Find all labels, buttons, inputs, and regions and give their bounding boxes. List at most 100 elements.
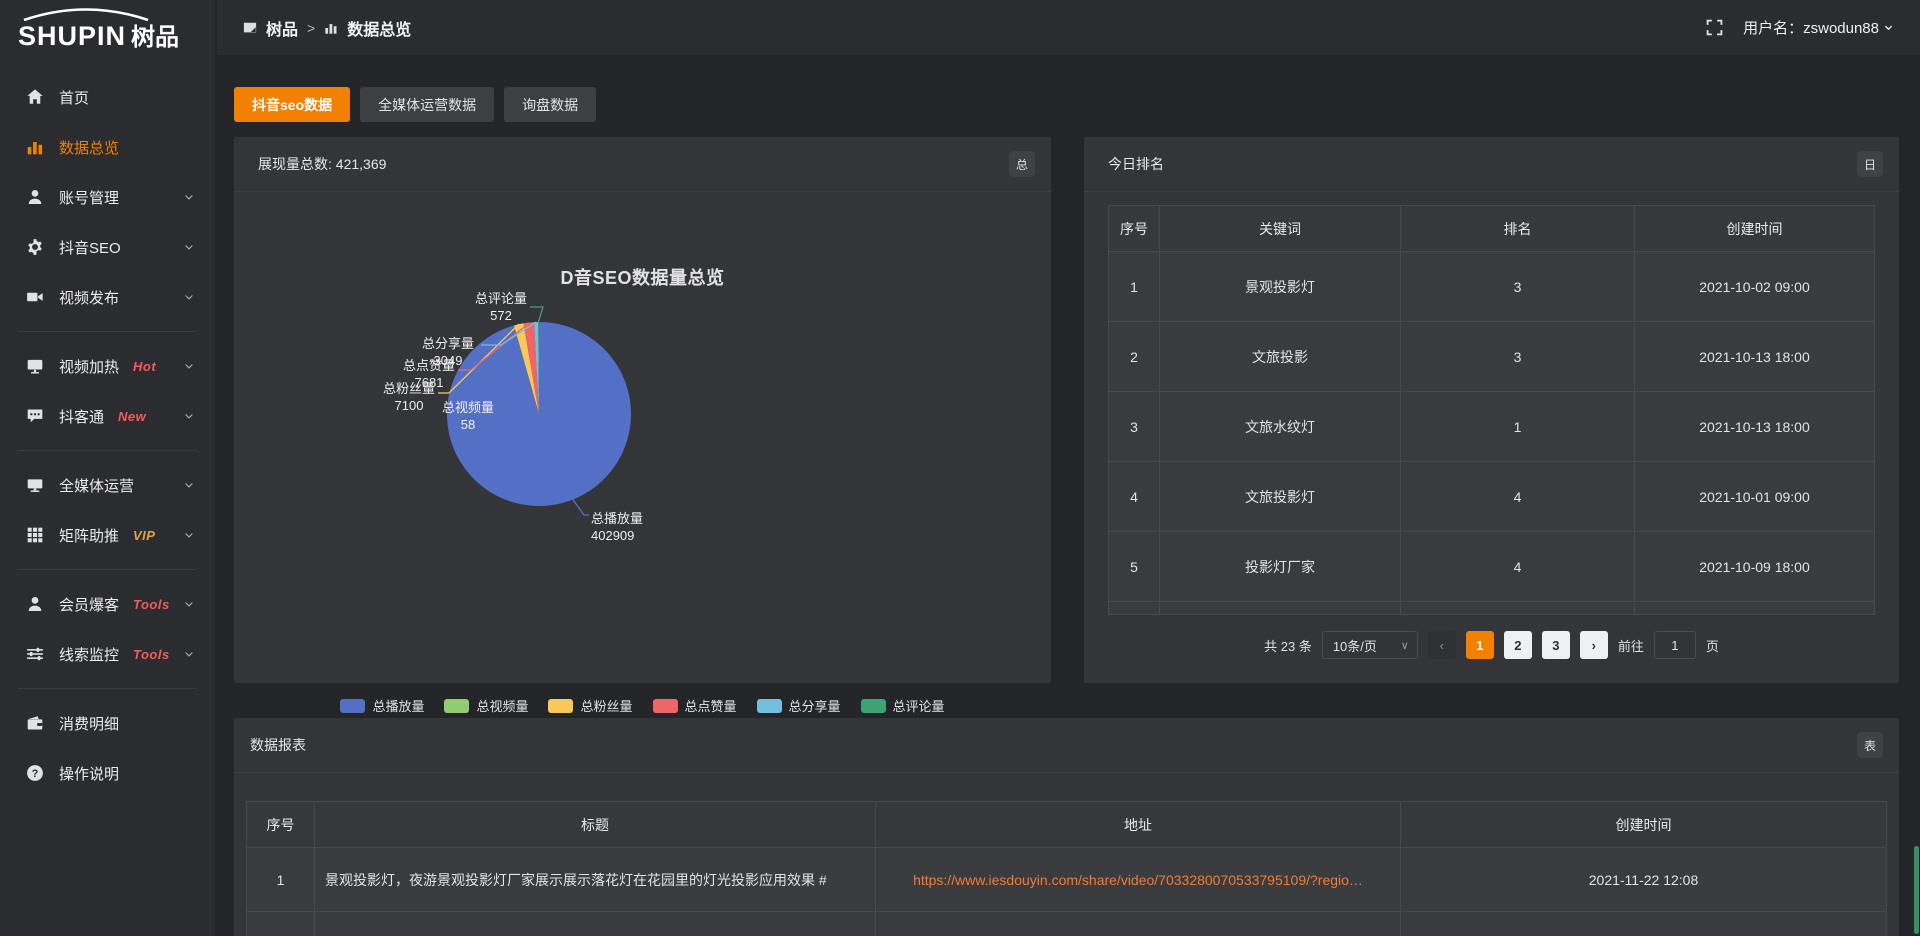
brand-name-en: SHUPIN [18,21,126,52]
sidebar-item-account[interactable]: 账号管理 [0,172,215,222]
sidebar-item-video-heat[interactable]: 视频加热 Hot [0,341,215,391]
sidebar-item-omnimedia[interactable]: 全媒体运营 [0,460,215,510]
main-content: 抖音seo数据 全媒体运营数据 询盘数据 展现量总数: 421,369 总 D音… [217,56,1920,936]
legend-swatch [548,699,573,713]
table-cell: 2021-11-22 12:08 [1401,848,1886,911]
sidebar-item-label: 数据总览 [59,137,119,158]
col-header: 创建时间 [1401,802,1886,847]
legend-item-plays[interactable]: 总播放量 [340,696,424,715]
impressions-label: 展现量总数: [258,156,332,172]
legend-item-videos[interactable]: 总视频量 [444,696,528,715]
report-panel-title: 数据报表 [250,735,306,755]
sidebar-item-label: 消费明细 [59,713,119,734]
legend-item-comments[interactable]: 总评论量 [861,696,945,715]
table-cell: 文旅投影灯 [1160,462,1400,531]
table-cell: 2021-10-02 09:00 [1635,252,1874,321]
impressions-value: 421,369 [336,156,387,172]
tab-omnimedia-data[interactable]: 全媒体运营数据 [360,87,494,122]
pagination: 共 23 条 10条/页 ∨ ‹ 1 2 3 › 前往 页 [1084,631,1899,659]
legend-item-fans[interactable]: 总粉丝量 [548,696,632,715]
breadcrumb-root[interactable]: 树品 [266,16,298,40]
table-cell: 4 [1401,532,1634,601]
chat-icon [26,407,44,425]
table-cell: 3 [1109,392,1159,461]
page-button-2[interactable]: 2 [1504,631,1532,659]
data-report-panel: 数据报表 表 序号 标题 地址 创建时间 1 景观投影灯，夜游景观投影灯厂家展示… [234,718,1899,936]
goto-suffix: 页 [1706,636,1719,655]
grid-icon [26,526,44,544]
table-cell: 2 [1109,322,1159,391]
legend-swatch [444,699,469,713]
col-header: 序号 [1109,206,1159,251]
bar-chart-icon [26,138,44,156]
day-view-button[interactable]: 日 [1857,151,1883,177]
user-menu[interactable]: 用户名：zswodun88 [1743,17,1894,38]
chevron-down-icon [183,191,195,203]
next-page-button[interactable]: › [1580,631,1608,659]
new-badge: New [118,409,146,424]
sidebar-divider [18,569,197,570]
data-source-tabs: 抖音seo数据 全媒体运营数据 询盘数据 [234,87,596,122]
monitor-icon [26,476,44,494]
legend-item-shares[interactable]: 总分享量 [757,696,841,715]
pie-label-comments: 总评论量572 [461,290,541,324]
sidebar-item-clue-monitor[interactable]: 线索监控 Tools [0,629,215,679]
scrollbar-thumb[interactable] [1914,846,1919,934]
sidebar-item-member-baoke[interactable]: 会员爆客 Tools [0,579,215,629]
legend-swatch [653,699,678,713]
prev-page-button[interactable]: ‹ [1428,631,1456,659]
legend-swatch [861,699,886,713]
ranking-panel-title: 今日排名 [1108,154,1164,174]
video-link[interactable]: https://www.iesdouyin.com/share/video/70… [913,872,1363,888]
sidebar-item-matrix-boost[interactable]: 矩阵助推 VIP [0,510,215,560]
sidebar-item-douyin-seo[interactable]: 抖音SEO [0,222,215,272]
page-button-1[interactable]: 1 [1466,631,1494,659]
page-button-3[interactable]: 3 [1542,631,1570,659]
chevron-down-icon [183,598,195,610]
chevron-down-icon [183,360,195,372]
table-cell: 景观投影灯 [1160,252,1400,321]
sidebar-item-label: 抖客通 [59,406,104,427]
chevron-down-icon [183,410,195,422]
table-cell: 文旅水纹灯 [1160,392,1400,461]
bar-chart-icon [324,21,338,35]
sidebar-divider [18,688,197,689]
pie-chart[interactable] [234,192,1051,682]
app-window-icon [243,21,257,35]
tab-douyin-seo-data[interactable]: 抖音seo数据 [234,87,350,122]
sidebar-item-home[interactable]: 首页 [0,72,215,122]
sidebar-item-expense-detail[interactable]: 消费明细 [0,698,215,748]
table-cell-clipped [247,912,314,936]
table-cell: 4 [1109,462,1159,531]
page-size-select[interactable]: 10条/页 ∨ [1322,631,1418,659]
goto-page-input[interactable] [1654,631,1696,659]
sidebar-item-label: 线索监控 [59,644,119,665]
video-camera-icon [26,288,44,306]
col-header: 关键词 [1160,206,1400,251]
sidebar-item-douketong[interactable]: 抖客通 New [0,391,215,441]
gear-icon [26,238,44,256]
breadcrumb-current[interactable]: 数据总览 [347,16,411,40]
table-view-button[interactable]: 表 [1857,732,1883,758]
sidebar-item-label: 会员爆客 [59,594,119,615]
legend-item-likes[interactable]: 总点赞量 [653,696,737,715]
table-cell: 2021-10-13 18:00 [1635,322,1874,391]
chevron-down-icon [183,291,195,303]
sidebar-item-label: 视频发布 [59,287,119,308]
sidebar-item-data-overview[interactable]: 数据总览 [0,122,215,172]
total-view-button[interactable]: 总 [1009,151,1035,177]
tools-badge: Tools [133,647,170,662]
home-icon [26,88,44,106]
table-cell-clipped [876,912,1400,936]
report-table: 序号 标题 地址 创建时间 1 景观投影灯，夜游景观投影灯厂家展示展示落花灯在花… [246,801,1887,936]
tab-inquiry-data[interactable]: 询盘数据 [504,87,596,122]
sidebar-item-video-publish[interactable]: 视频发布 [0,272,215,322]
table-cell-clipped [315,912,875,936]
chevron-down-icon: ∨ [1401,639,1409,652]
brand-name-cn: 树品 [131,17,179,52]
sidebar-item-instructions[interactable]: ? 操作说明 [0,748,215,798]
sidebar-divider [18,450,197,451]
table-cell: 文旅投影 [1160,322,1400,391]
table-cell: 1 [1109,252,1159,321]
fullscreen-icon[interactable] [1706,19,1723,36]
